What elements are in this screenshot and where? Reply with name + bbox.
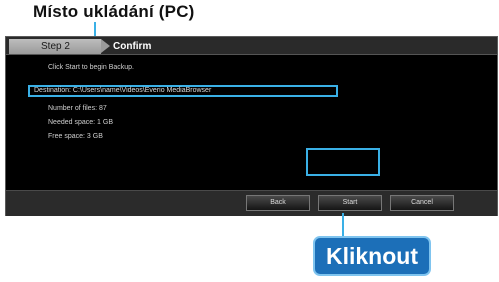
file-count-text: Number of files: 87 [48,105,107,112]
save-location-annotation: Místo ukládání (PC) [33,2,195,21]
free-space-text: Free space: 3 GB [48,133,103,140]
cancel-button[interactable]: Cancel [390,195,454,211]
start-button[interactable]: Start [318,195,382,211]
wizard-footer: Back Start Cancel [6,190,497,216]
backup-wizard-window: Step 2 Confirm Click Start to begin Back… [5,36,498,216]
back-button[interactable]: Back [246,195,310,211]
callout-leader-line [342,213,344,237]
click-callout: Kliknout [313,236,431,276]
step-indicator: Step 2 [9,39,101,54]
destination-path: Destination: C:\Users\name\Videos\Everio… [34,87,212,94]
step-bar: Step 2 Confirm [6,37,497,55]
instruction-text: Click Start to begin Backup. [48,64,134,71]
needed-space-text: Needed space: 1 GB [48,119,113,126]
step-title: Confirm [113,41,152,52]
step-arrow-icon [101,39,110,53]
destination-highlight: Destination: C:\Users\name\Videos\Everio… [28,85,338,97]
start-button-highlight [306,148,380,176]
